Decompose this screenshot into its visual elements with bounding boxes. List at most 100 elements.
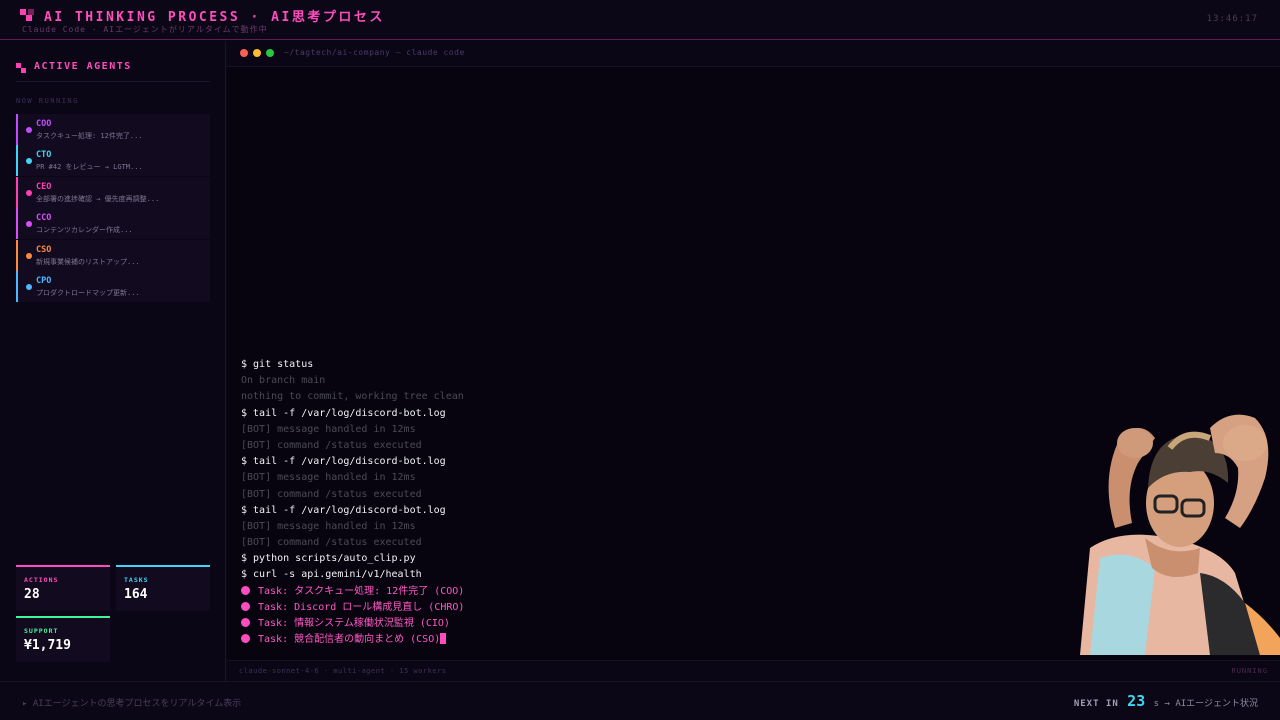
agent-name: CTO: [36, 150, 52, 161]
line-text: [BOT] message handled in 12ms: [241, 472, 416, 484]
line-text: $ tail -f /var/log/discord-bot.log: [241, 504, 446, 516]
agent-card-cco[interactable]: CCO コンテンツカレンダー作成...: [16, 208, 210, 240]
agent-name: CCO: [36, 213, 52, 224]
header-bar: AI THINKING PROCESS · AI思考プロセス Claude Co…: [0, 0, 1280, 40]
terminal-output-line: [BOT] message handled in 12ms: [241, 519, 464, 535]
webcam-overlay: [1060, 398, 1280, 655]
line-text: Task: Discord ロール構成見直し (CHRO): [258, 601, 465, 613]
page-subtitle: Claude Code · AIエージェントがリアルタイムで動作中: [22, 25, 268, 34]
agent-card-cto[interactable]: CTO PR #42 をレビュー → LGTM...: [16, 145, 210, 177]
agent-card-cpo[interactable]: CPO プロダクトロードマップ更新...: [16, 270, 210, 302]
model-info: claude-sonnet-4-6 · multi-agent · 15 wor…: [239, 667, 447, 675]
line-text: On branch main: [241, 375, 326, 387]
agent-name: CSO: [36, 244, 52, 255]
next-suffix: s → AIエージェント状況: [1153, 699, 1258, 709]
countdown-seconds: 23: [1127, 692, 1146, 710]
stat-value: ¥1,719: [24, 638, 71, 653]
task-bullet-icon: [241, 634, 250, 644]
agent-card-cso[interactable]: CSO 新規事業候補のリストアップ...: [16, 239, 210, 271]
status-dot-icon: [26, 127, 32, 133]
stat-value: 164: [124, 587, 148, 602]
terminal-task-line: Task: タスクキュー処理: 12件完了 (COO): [241, 584, 464, 600]
person-image: [1080, 414, 1280, 655]
footer-bar: ▸ AIエージェントの思考プロセスをリアルタイム表示 NEXT IN 23 s …: [0, 681, 1280, 720]
agent-name: CEO: [36, 181, 52, 192]
agents-sidebar: ACTIVE AGENTS NOW RUNNING COO タスクキュー処理: …: [0, 41, 226, 681]
terminal-command-line: $ tail -f /var/log/discord-bot.log: [241, 454, 464, 470]
agent-card-coo[interactable]: COO タスクキュー処理: 12件完了...: [16, 114, 210, 145]
line-text: $ tail -f /var/log/discord-bot.log: [241, 456, 446, 468]
footer-tip: ▸ AIエージェントの思考プロセスをリアルタイム表示: [22, 699, 242, 709]
running-status: RUNNING: [1231, 667, 1268, 675]
close-icon[interactable]: [240, 49, 248, 57]
line-text: [BOT] message handled in 12ms: [241, 423, 416, 435]
status-dot-icon: [26, 283, 32, 290]
agent-task: 全部署の進捗確認 → 優先度再調整...: [36, 194, 160, 203]
terminal-path: ~/tagtech/ai-company — claude code: [284, 48, 465, 57]
logo-icon: [20, 9, 34, 23]
line-text: [BOT] command /status executed: [241, 439, 422, 451]
task-bullet-icon: [241, 618, 250, 627]
line-text: $ git status: [241, 359, 314, 370]
agent-list: COO タスクキュー処理: 12件完了... CTO PR #42 をレビュー …: [16, 114, 210, 302]
line-text: $ tail -f /var/log/discord-bot.log: [241, 407, 446, 419]
clock: 13:46:17: [1206, 14, 1258, 24]
agent-task: プロダクトロードマップ更新...: [36, 288, 140, 297]
agent-task: 新規事業候補のリストアップ...: [36, 257, 140, 266]
page-title: AI THINKING PROCESS · AI思考プロセス: [44, 10, 385, 25]
stat-tasks: TASKS 164: [116, 565, 210, 611]
line-text: Task: 情報システム稼働状況監視 (CIO): [258, 618, 450, 629]
status-dot-icon: [26, 189, 32, 196]
line-text: [BOT] command /status executed: [241, 488, 422, 500]
agent-task: タスクキュー処理: 12件完了...: [36, 132, 143, 140]
stat-actions: ACTIONS 28: [16, 565, 110, 611]
agent-task: PR #42 をレビュー → LGTM...: [36, 163, 143, 172]
terminal-output-line: [BOT] command /status executed: [241, 535, 464, 551]
stat-value: 28: [24, 587, 40, 602]
terminal-output-line: [BOT] command /status executed: [241, 438, 464, 454]
maximize-icon[interactable]: [266, 49, 274, 57]
terminal-task-line: Task: Discord ロール構成見直し (CHRO): [241, 600, 464, 616]
running-label: NOW RUNNING: [16, 97, 79, 105]
terminal-output: $ git status On branch main nothing to com…: [241, 357, 464, 648]
stat-label: TASKS: [124, 576, 149, 584]
terminal-command-line: $ tail -f /var/log/discord-bot.log: [241, 503, 464, 519]
next-label: NEXT IN: [1073, 699, 1119, 709]
agents-icon: [16, 63, 27, 74]
line-text: [BOT] message handled in 12ms: [241, 520, 416, 532]
terminal-output-line: [BOT] message handled in 12ms: [241, 470, 464, 486]
line-text: Task: 競合配信者の動向まとめ (CSO): [258, 634, 441, 646]
terminal-output-line: On branch main: [241, 373, 464, 389]
terminal-output-line: nothing to commit, working tree clean: [241, 389, 464, 405]
agents-title: ACTIVE AGENTS: [34, 61, 132, 72]
terminal-statusbar: claude-sonnet-4-6 · multi-agent · 15 wor…: [227, 660, 1280, 681]
status-dot-icon: [26, 252, 32, 259]
terminal-command-line: $ tail -f /var/log/discord-bot.log: [241, 406, 464, 422]
line-text: $ curl -s api.gemini/v1/health: [241, 569, 422, 581]
line-text: [BOT] command /status executed: [241, 537, 422, 549]
stat-label: ACTIONS: [24, 576, 59, 584]
terminal-command-line: $ curl -s api.gemini/v1/health: [241, 567, 464, 583]
status-dot-icon: [26, 221, 32, 228]
task-bullet-icon: [241, 585, 250, 595]
terminal-task-line: Task: 競合配信者の動向まとめ (CSO): [241, 632, 464, 648]
agent-card-ceo[interactable]: CEO 全部署の進捗確認 → 優先度再調整...: [16, 176, 210, 208]
terminal-command-line: $ git status: [241, 357, 464, 373]
line-text: Task: タスクキュー処理: 12件完了 (COO): [258, 585, 465, 597]
stat-support: SUPPORT ¥1,719: [16, 616, 110, 662]
terminal-output-line: [BOT] message handled in 12ms: [241, 422, 464, 438]
line-text: $ python scripts/auto_clip.py: [241, 553, 416, 565]
terminal-task-line: Task: 情報システム稼働状況監視 (CIO): [241, 616, 464, 632]
agent-name: COO: [36, 119, 52, 129]
cursor-icon: [440, 633, 447, 645]
agent-task: コンテンツカレンダー作成...: [36, 226, 133, 235]
divider: [16, 81, 210, 82]
next-countdown: NEXT IN 23 s → AIエージェント状況: [1074, 692, 1258, 710]
stat-label: SUPPORT: [24, 627, 59, 635]
minimize-icon[interactable]: [253, 49, 261, 57]
task-bullet-icon: [241, 601, 250, 611]
terminal-titlebar: ~/tagtech/ai-company — claude code: [227, 41, 1280, 67]
line-text: nothing to commit, working tree clean: [241, 391, 464, 403]
terminal-output-line: [BOT] command /status executed: [241, 487, 464, 503]
status-dot-icon: [26, 158, 32, 165]
